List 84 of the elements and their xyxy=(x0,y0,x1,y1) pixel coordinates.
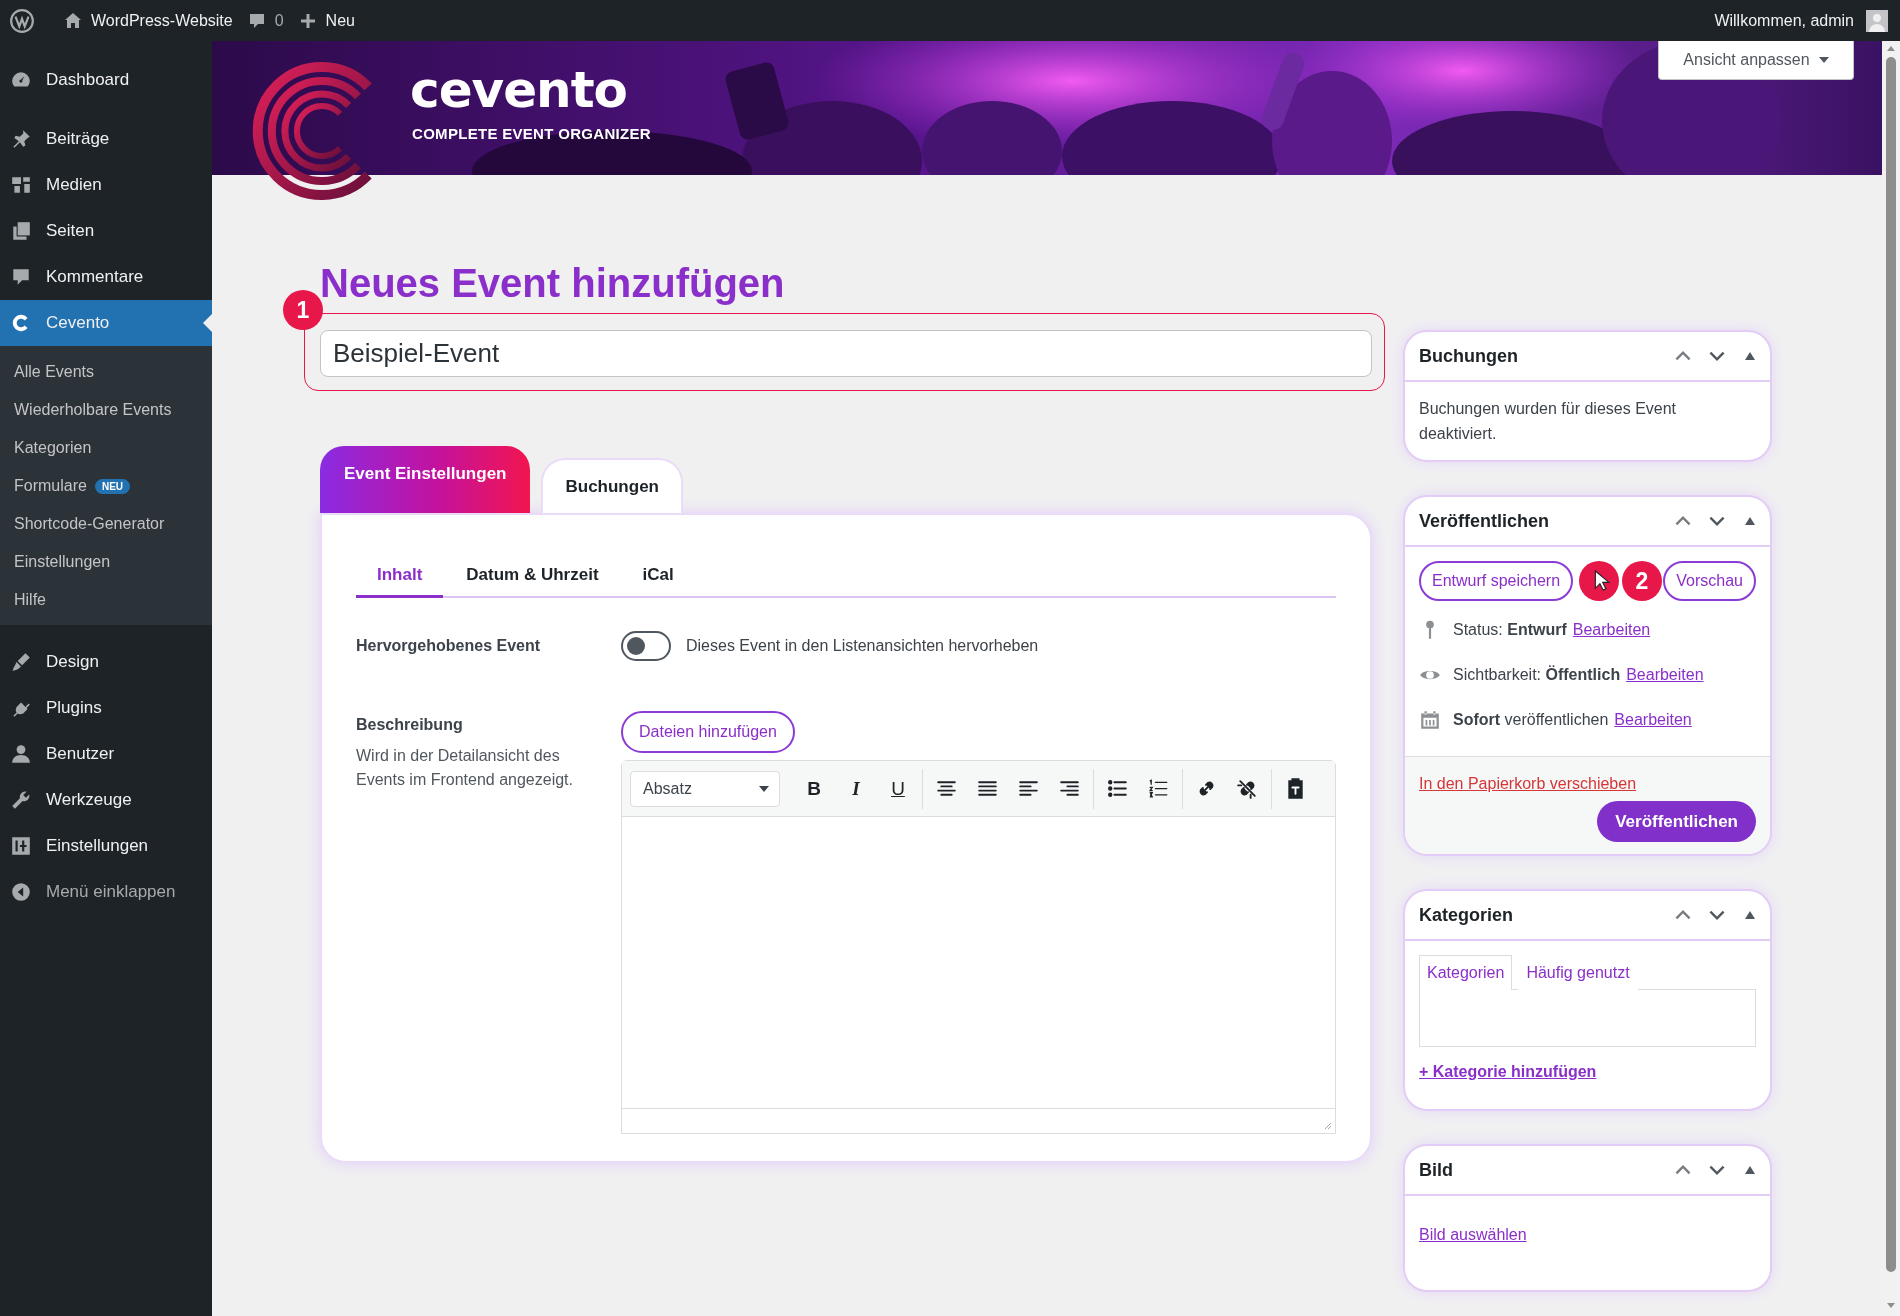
edit-link[interactable]: Bearbeiten xyxy=(1626,665,1704,684)
cursor-marker-icon xyxy=(1579,561,1619,601)
brand-tagline: COMPLETE EVENT ORGANIZER xyxy=(412,125,651,142)
title-field[interactable]: Beispiel-Event xyxy=(320,330,1372,377)
site-name-link[interactable]: WordPress-Website xyxy=(91,11,233,30)
sub-tab[interactable]: Inhalt xyxy=(356,555,444,598)
preview-button[interactable]: Vorschau xyxy=(1663,561,1756,601)
sub-tab[interactable]: Datum & Uhrzeit xyxy=(445,555,620,598)
add-media-button[interactable]: Dateien hinzufügen xyxy=(621,711,795,753)
brand-name: cevento xyxy=(410,61,627,119)
menu-item[interactable]: Seiten xyxy=(0,208,212,254)
home-icon[interactable] xyxy=(63,10,83,31)
panel-title: Buchungen xyxy=(1419,345,1519,367)
collapse-icon xyxy=(10,881,32,903)
user-icon xyxy=(10,743,32,765)
publish-setting: Sichtbarkeit: Öffentlich xyxy=(1453,665,1621,684)
pin-icon xyxy=(10,128,32,150)
trash-link[interactable]: In den Papierkorb verschieben xyxy=(1419,775,1637,793)
caret-icon xyxy=(759,785,769,792)
save-draft-button[interactable]: Entwurf speichern xyxy=(1419,561,1574,601)
collapse-toggle-icon[interactable] xyxy=(1744,910,1756,920)
publish-setting: Status: Entwurf xyxy=(1453,620,1567,639)
submenu-item[interactable]: Formulare xyxy=(14,477,87,495)
panel-title: Veröffentlichen xyxy=(1419,510,1551,532)
menu-item[interactable]: Cevento xyxy=(0,300,212,346)
submenu-item[interactable]: Alle Events xyxy=(14,363,95,381)
toggle-description: Dieses Event in den Listenansichten hervorheben xyxy=(686,637,1039,655)
menu-item[interactable]: Beiträge xyxy=(0,116,212,162)
menu-item[interactable]: Plugins xyxy=(0,685,212,731)
media-icon xyxy=(10,174,32,196)
sliders-icon xyxy=(10,835,32,857)
publish-setting: Sofort veröffentlichen xyxy=(1453,710,1609,729)
avatar-icon[interactable] xyxy=(1866,9,1888,32)
step-marker: 2 xyxy=(1622,561,1662,601)
tab[interactable]: Buchungen xyxy=(541,458,683,513)
sub-tab[interactable]: iCal xyxy=(621,555,695,598)
edit-link[interactable]: Bearbeiten xyxy=(1572,620,1651,639)
menu-item[interactable]: Benutzer xyxy=(0,731,212,777)
brush-icon xyxy=(10,651,32,673)
field-label: Hervorgehobenes Event xyxy=(356,637,542,655)
new-link[interactable]: Neu xyxy=(325,11,355,30)
collapse-toggle-icon[interactable] xyxy=(1744,351,1756,361)
submenu-item[interactable]: Shortcode-Generator xyxy=(14,515,165,533)
help-text: Wird in der Detailansicht des Events im Frontend angezeigt. xyxy=(356,746,574,790)
wordpress-logo-icon[interactable] xyxy=(9,7,35,34)
submenu-item[interactable]: Einstellungen xyxy=(14,553,111,571)
submenu-item[interactable]: Wiederholbare Events xyxy=(14,401,172,419)
menu-item[interactable]: Werkzeuge xyxy=(0,777,212,823)
collapse-menu-button[interactable]: Menü einklappen xyxy=(0,869,212,915)
notice-text: Buchungen wurden für dieses Event deaktiviert. xyxy=(1419,399,1678,444)
collapse-toggle-icon[interactable] xyxy=(1744,516,1756,526)
step-marker: 1 xyxy=(283,290,323,330)
format-select[interactable]: Absatz xyxy=(630,770,780,807)
toggle-switch[interactable] xyxy=(621,631,671,661)
wrench-icon xyxy=(10,789,32,811)
edit-link[interactable]: Bearbeiten xyxy=(1614,710,1692,729)
submenu-item[interactable]: Kategorien xyxy=(14,439,92,457)
tab[interactable]: Event Einstellungen xyxy=(320,446,531,513)
menu-item[interactable]: Einstellungen xyxy=(0,823,212,869)
menu-item[interactable]: Design xyxy=(0,639,212,685)
add-category-link[interactable]: + Kategorie hinzufügen xyxy=(1419,1063,1597,1081)
format-button[interactable]: U xyxy=(880,770,916,807)
panel-title: Kategorien xyxy=(1419,904,1515,926)
greeting-link[interactable]: Willkommen, admin xyxy=(1714,11,1854,30)
panel-title: Bild xyxy=(1419,1159,1454,1181)
page-heading: Neues Event hinzufügen xyxy=(320,260,786,307)
format-button[interactable]: I xyxy=(838,770,874,807)
publish-button[interactable]: Veröffentlichen xyxy=(1597,801,1756,842)
category-tab[interactable]: Kategorien xyxy=(1419,955,1513,990)
comment-count[interactable]: 0 xyxy=(274,11,284,30)
calendar-icon xyxy=(1419,708,1441,731)
field-label: Beschreibung xyxy=(356,716,464,734)
menu-item[interactable]: Medien xyxy=(0,162,212,208)
select-image-link[interactable]: Bild auswählen xyxy=(1419,1226,1527,1243)
collapse-toggle-icon[interactable] xyxy=(1744,1165,1756,1175)
new-badge: NEU xyxy=(94,478,131,494)
menu-item[interactable]: Dashboard xyxy=(0,57,212,103)
screen-options-button[interactable]: Ansicht anpassen xyxy=(1658,41,1854,80)
submenu-item[interactable]: Hilfe xyxy=(14,591,46,609)
caret-icon xyxy=(1818,57,1829,63)
format-button[interactable]: B xyxy=(796,770,832,807)
pages-icon xyxy=(10,220,32,242)
menu-item[interactable]: Kommentare xyxy=(0,254,212,300)
resize-handle-icon[interactable] xyxy=(1322,1120,1332,1130)
